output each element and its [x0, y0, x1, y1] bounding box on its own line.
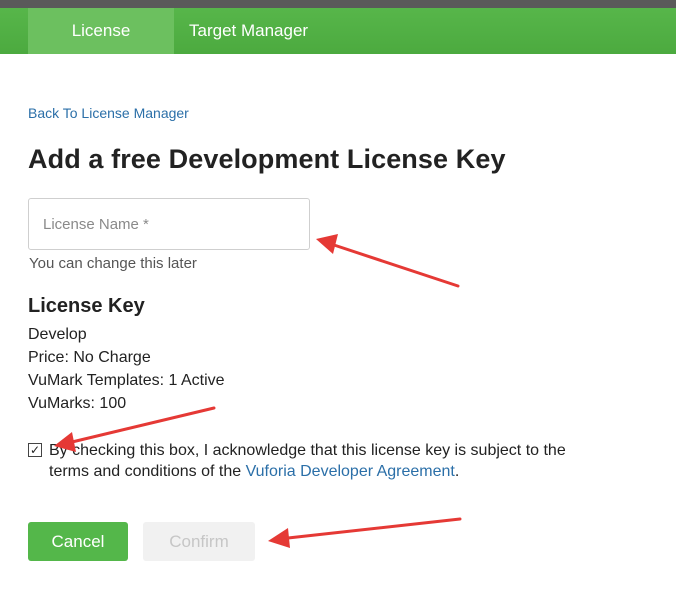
license-price-text: Price: No Charge	[28, 349, 151, 366]
page-title: Add a free Development License Key	[28, 144, 506, 174]
confirm-button[interactable]: Confirm	[143, 522, 255, 561]
checkmark-icon: ✓	[29, 443, 41, 457]
back-to-license-manager-link[interactable]: Back To License Manager	[28, 105, 189, 121]
vumark-templates-text: VuMark Templates: 1 Active	[28, 372, 225, 389]
agreement-checkbox[interactable]: ✓	[28, 443, 42, 457]
agreement-text: By checking this box, I acknowledge that…	[49, 440, 569, 482]
top-strip	[0, 0, 676, 8]
tab-target-manager[interactable]: Target Manager	[179, 8, 318, 54]
cancel-button[interactable]: Cancel	[28, 522, 128, 561]
license-name-helper-text: You can change this later	[29, 255, 197, 272]
agreement-text-after: .	[454, 463, 460, 480]
license-type-text: Develop	[28, 326, 87, 343]
top-navbar: License Manager Target Manager	[0, 8, 676, 86]
tab-license-manager[interactable]: License Manager	[28, 8, 174, 86]
red-arrow-confirm	[268, 517, 462, 548]
license-name-input[interactable]	[28, 198, 310, 250]
vumarks-count-text: VuMarks: 100	[28, 395, 127, 412]
license-key-heading: License Key	[28, 295, 145, 317]
developer-agreement-link[interactable]: Vuforia Developer Agreement	[246, 463, 455, 480]
red-arrow-license-name	[316, 234, 460, 288]
